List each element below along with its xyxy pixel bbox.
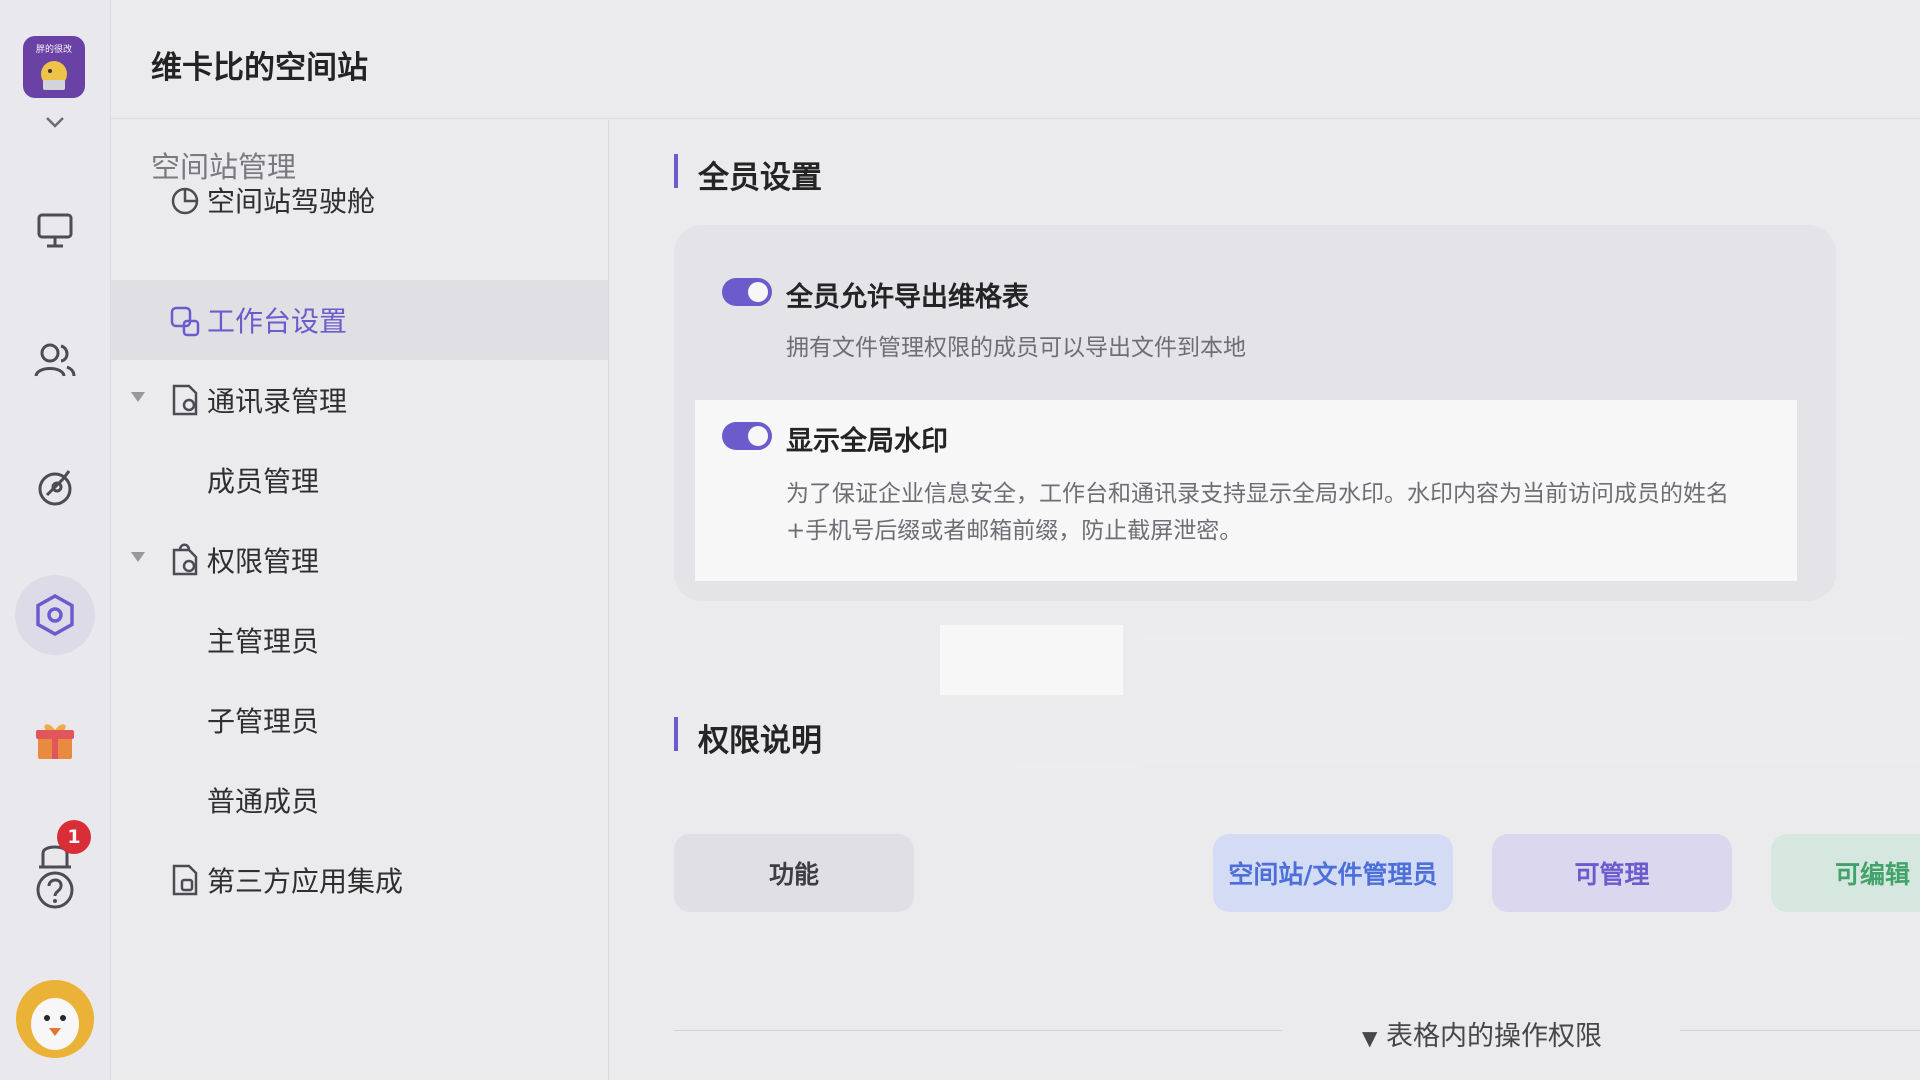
perm-header-edit: 可编辑 xyxy=(1771,834,1920,912)
watermark-setting-desc-line2: +手机号后缀或者邮箱前缀，防止截屏泄密。 xyxy=(786,518,1243,544)
contacts-icon[interactable] xyxy=(30,335,80,385)
export-setting-desc: 拥有文件管理权限的成员可以导出文件到本地 xyxy=(786,335,1246,361)
divider-right xyxy=(1680,1030,1920,1031)
section-title-permissions: 权限说明 xyxy=(698,723,822,759)
export-setting-title: 全员允许导出维格表 xyxy=(786,282,1029,313)
table-permissions-toggle[interactable]: ▼ 表格内的操作权限 xyxy=(1362,1014,1602,1053)
sidebar-item-workbench[interactable]: 工作台设置 xyxy=(111,280,608,360)
section-title-all-members: 全员设置 xyxy=(698,160,822,196)
perm-header-admin: 空间站/文件管理员 xyxy=(1213,834,1453,912)
main-content: 全员设置 全员允许导出维格表 拥有文件管理权限的成员可以导出文件到本地 显示全局… xyxy=(610,120,1920,1080)
contacts-doc-icon xyxy=(172,384,198,416)
chevron-down-icon[interactable] xyxy=(42,112,68,132)
workbench-icon xyxy=(170,306,200,337)
space-logo[interactable]: 胖的很改 xyxy=(23,36,85,98)
sidebar-item-members[interactable]: 成员管理 xyxy=(111,440,608,520)
duck-laptop-icon xyxy=(41,61,67,90)
perm-header-manage: 可管理 xyxy=(1492,834,1732,912)
settings-hex-icon[interactable] xyxy=(30,590,80,640)
app-doc-icon xyxy=(172,864,198,896)
help-icon[interactable] xyxy=(30,865,80,915)
watermark-toggle[interactable] xyxy=(722,422,772,450)
top-header: 维卡比的空间站 xyxy=(111,0,1920,119)
sidebar-item-label: 成员管理 xyxy=(207,465,320,498)
sidebar-item-label: 主管理员 xyxy=(207,625,320,658)
sidebar-item-contacts[interactable]: 通讯录管理 xyxy=(111,360,608,440)
sidebar-item-cockpit[interactable]: 空间站驾驶舱 xyxy=(111,160,608,240)
user-avatar[interactable] xyxy=(16,980,94,1058)
sidebar-item-label: 第三方应用集成 xyxy=(207,865,404,898)
monitor-icon[interactable] xyxy=(30,205,80,255)
sidebar-item-regular-members[interactable]: 普通成员 xyxy=(111,760,608,840)
blank-patch xyxy=(940,625,1123,695)
caret-down-icon[interactable] xyxy=(129,550,147,564)
pie-chart-icon xyxy=(171,187,199,215)
lock-doc-icon xyxy=(172,543,198,576)
sidebar-item-label: 通讯录管理 xyxy=(207,385,348,418)
caret-down-icon[interactable] xyxy=(129,390,147,404)
section-accent-bar xyxy=(674,154,678,188)
app-window: 胖的很改 1 维卡比的空间站 空间站管理 空间站驾驶舱 工作台设置 通讯录管理 … xyxy=(0,0,1920,1080)
divider-left xyxy=(674,1030,1282,1031)
sidebar-item-label: 工作台设置 xyxy=(207,305,348,338)
sidebar-item-label: 空间站驾驶舱 xyxy=(207,185,376,218)
table-permissions-label: 表格内的操作权限 xyxy=(1385,1021,1602,1052)
sidebar-item-main-admin[interactable]: 主管理员 xyxy=(111,600,608,680)
sidebar-item-label: 权限管理 xyxy=(207,545,320,578)
watermark-setting-title: 显示全局水印 xyxy=(786,426,948,457)
chicken-avatar-icon xyxy=(16,980,94,1058)
sidebar-item-label: 子管理员 xyxy=(207,705,320,738)
rocket-icon[interactable] xyxy=(30,462,80,512)
page-title: 维卡比的空间站 xyxy=(151,50,368,86)
sidebar-item-permissions[interactable]: 权限管理 xyxy=(111,520,608,600)
watermark-setting-desc-line1: 为了保证企业信息安全，工作台和通讯录支持显示全局水印。水印内容为当前访问成员的姓… xyxy=(786,481,1729,507)
gift-icon[interactable] xyxy=(30,715,80,765)
icon-rail: 胖的很改 1 xyxy=(0,0,111,1080)
settings-sidebar: 空间站管理 空间站驾驶舱 工作台设置 通讯录管理 成员管理 权限管理 主管理员 … xyxy=(111,120,609,1080)
section-accent-bar xyxy=(674,717,678,751)
sidebar-item-label: 普通成员 xyxy=(207,785,320,818)
notification-badge: 1 xyxy=(57,820,91,854)
perm-header-feature: 功能 xyxy=(674,834,914,912)
sidebar-item-sub-admin[interactable]: 子管理员 xyxy=(111,680,608,760)
sidebar-item-third-party[interactable]: 第三方应用集成 xyxy=(111,840,608,920)
export-toggle[interactable] xyxy=(722,278,772,306)
caret-down-icon: ▼ xyxy=(1362,1026,1378,1050)
